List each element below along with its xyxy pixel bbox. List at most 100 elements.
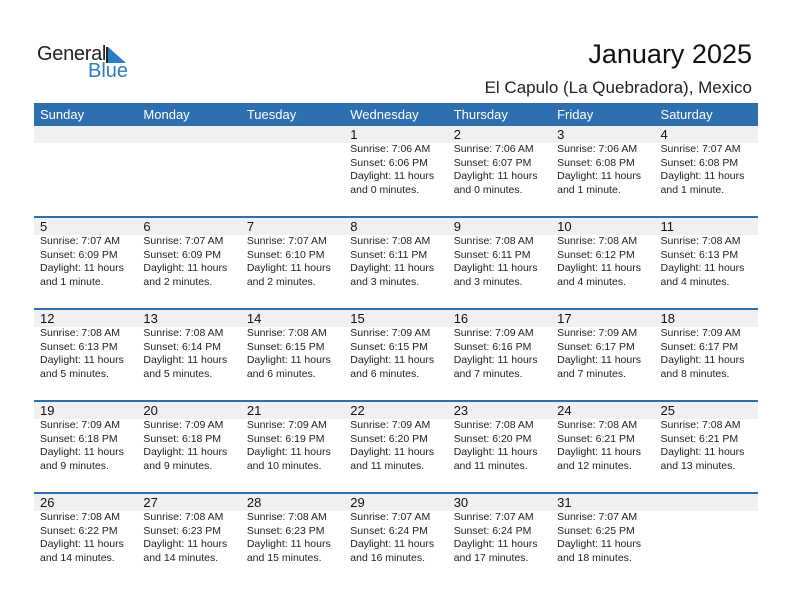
daylight-duration: Daylight: 11 hours xyxy=(660,354,745,366)
day-number: 9 xyxy=(453,219,461,234)
daylight-duration: Daylight: 11 hours xyxy=(246,446,331,458)
sunrise-time: Sunrise: 7:08 AM xyxy=(246,327,327,339)
sunrise-time: Sunrise: 7:09 AM xyxy=(453,327,534,339)
sunset-time: Sunset: 6:06 PM xyxy=(350,156,428,169)
day-number: 4 xyxy=(660,127,668,142)
daylight-duration: and 16 minutes. xyxy=(350,551,425,564)
sunset-time: Sunset: 6:23 PM xyxy=(246,524,325,537)
day-number: 19 xyxy=(40,403,55,418)
sunrise-time: Sunrise: 7:08 AM xyxy=(557,235,638,247)
sunset-time: Sunset: 6:19 PM xyxy=(246,432,325,445)
page-title: January 2025 xyxy=(588,39,752,69)
day-cell: 10 Sunrise: 7:08 AM Sunset: 6:12 PM Dayligh… xyxy=(551,218,654,289)
day-number: 23 xyxy=(453,403,469,418)
daylight-duration: Daylight: 11 hours xyxy=(453,170,538,182)
sunrise-time: Sunrise: 7:07 AM xyxy=(660,143,741,155)
daylight-duration: and 10 minutes. xyxy=(246,459,322,472)
day-cell: 22 Sunrise: 7:09 AM Sunset: 6:20 PM Dayligh… xyxy=(344,402,447,473)
sunset-time: Sunset: 6:09 PM xyxy=(143,248,222,261)
daylight-duration: Daylight: 11 hours xyxy=(660,446,745,458)
sunrise-time: Sunrise: 7:08 AM xyxy=(350,235,431,247)
week-row: 5 Sunrise: 7:07 AM Sunset: 6:09 PM Daylight… xyxy=(34,216,758,308)
sunrise-time: Sunrise: 7:09 AM xyxy=(246,419,327,431)
daylight-duration: and 3 minutes. xyxy=(350,275,420,288)
daylight-duration: and 13 minutes. xyxy=(660,459,736,472)
day-cell: 4 Sunrise: 7:07 AM Sunset: 6:08 PM Daylight… xyxy=(655,126,758,197)
empty-day-cell xyxy=(34,126,137,197)
day-cell: 23 Sunrise: 7:08 AM Sunset: 6:20 PM Dayligh… xyxy=(448,402,551,473)
sunrise-time: Sunrise: 7:07 AM xyxy=(350,511,431,523)
day-cell: 21 Sunrise: 7:09 AM Sunset: 6:19 PM Dayligh… xyxy=(241,402,344,473)
daylight-duration: and 6 minutes. xyxy=(350,367,420,380)
sunset-time: Sunset: 6:18 PM xyxy=(143,432,222,445)
sunrise-time: Sunrise: 7:08 AM xyxy=(40,327,120,339)
day-cell: 31 Sunrise: 7:07 AM Sunset: 6:25 PM Dayligh… xyxy=(551,494,654,565)
location-subtitle: El Capulo (La Quebradora), Mexico xyxy=(484,78,752,97)
day-number: 5 xyxy=(40,219,48,234)
day-cell: 8 Sunrise: 7:08 AM Sunset: 6:11 PM Daylight… xyxy=(344,218,447,289)
logo-word-blue: Blue xyxy=(88,60,129,82)
daylight-duration: Daylight: 11 hours xyxy=(143,354,228,366)
sunset-time: Sunset: 6:24 PM xyxy=(350,524,428,537)
day-number: 6 xyxy=(143,219,151,234)
day-cell: 2 Sunrise: 7:06 AM Sunset: 6:07 PM Daylight… xyxy=(448,126,551,197)
day-number: 17 xyxy=(557,311,572,326)
weekday-header-sunday: Sunday xyxy=(40,107,85,122)
day-number: 26 xyxy=(40,495,55,510)
daylight-duration: Daylight: 11 hours xyxy=(453,354,538,366)
daylight-duration: and 14 minutes. xyxy=(143,551,219,564)
daylight-duration: Daylight: 11 hours xyxy=(350,170,435,182)
sunset-time: Sunset: 6:18 PM xyxy=(40,432,118,445)
day-number: 18 xyxy=(660,311,675,326)
weeks-container: 1 Sunrise: 7:06 AM Sunset: 6:06 PM Daylight… xyxy=(34,126,758,584)
day-number: 15 xyxy=(350,311,365,326)
daylight-duration: and 2 minutes. xyxy=(246,275,316,288)
sunset-time: Sunset: 6:08 PM xyxy=(660,156,739,169)
daylight-duration: and 6 minutes. xyxy=(246,367,316,380)
daylight-duration: Daylight: 11 hours xyxy=(557,170,641,182)
daylight-duration: and 7 minutes. xyxy=(453,367,523,380)
daylight-duration: Daylight: 11 hours xyxy=(350,538,435,550)
sunrise-time: Sunrise: 7:08 AM xyxy=(143,511,224,523)
triangle-flag-icon xyxy=(106,47,126,63)
sunset-time: Sunset: 6:12 PM xyxy=(557,248,635,261)
week-row: 1 Sunrise: 7:06 AM Sunset: 6:06 PM Daylight… xyxy=(34,126,758,216)
day-cell: 27 Sunrise: 7:08 AM Sunset: 6:23 PM Dayligh… xyxy=(137,494,240,565)
day-number: 24 xyxy=(557,403,572,418)
daylight-duration: Daylight: 11 hours xyxy=(350,446,435,458)
daylight-duration: Daylight: 11 hours xyxy=(40,446,124,458)
sunset-time: Sunset: 6:20 PM xyxy=(350,432,428,445)
day-cell: 25 Sunrise: 7:08 AM Sunset: 6:21 PM Dayligh… xyxy=(655,402,758,473)
sunrise-time: Sunrise: 7:08 AM xyxy=(660,235,741,247)
day-number: 16 xyxy=(453,311,469,326)
daylight-duration: Daylight: 11 hours xyxy=(453,262,538,274)
daylight-duration: and 0 minutes. xyxy=(453,183,523,196)
sunset-time: Sunset: 6:16 PM xyxy=(453,340,532,353)
daylight-duration: and 9 minutes. xyxy=(40,459,109,472)
day-number: 25 xyxy=(660,403,675,418)
daylight-duration: and 18 minutes. xyxy=(557,551,632,564)
sunset-time: Sunset: 6:11 PM xyxy=(453,248,531,261)
day-cell: 5 Sunrise: 7:07 AM Sunset: 6:09 PM Daylight… xyxy=(34,218,137,289)
daylight-duration: and 2 minutes. xyxy=(143,275,213,288)
daylight-duration: Daylight: 11 hours xyxy=(246,262,331,274)
daylight-duration: and 17 minutes. xyxy=(453,551,529,564)
day-cell: 28 Sunrise: 7:08 AM Sunset: 6:23 PM Dayligh… xyxy=(241,494,344,565)
day-cell: 13 Sunrise: 7:08 AM Sunset: 6:14 PM Dayligh… xyxy=(137,310,240,381)
daylight-duration: Daylight: 11 hours xyxy=(40,538,124,550)
daylight-duration: Daylight: 11 hours xyxy=(660,170,745,182)
daylight-duration: and 5 minutes. xyxy=(143,367,213,380)
weekday-header-thursday: Thursday xyxy=(453,107,508,122)
sunrise-time: Sunrise: 7:06 AM xyxy=(557,143,638,155)
sunrise-time: Sunrise: 7:09 AM xyxy=(660,327,741,339)
daylight-duration: and 15 minutes. xyxy=(246,551,322,564)
day-number: 11 xyxy=(660,219,675,234)
daylight-duration: Daylight: 11 hours xyxy=(557,538,641,550)
sunrise-time: Sunrise: 7:08 AM xyxy=(453,419,534,431)
daylight-duration: and 1 minute. xyxy=(40,275,104,288)
day-number: 31 xyxy=(557,495,572,510)
daylight-duration: Daylight: 11 hours xyxy=(557,354,641,366)
sunset-time: Sunset: 6:11 PM xyxy=(350,248,428,261)
day-cell: 30 Sunrise: 7:07 AM Sunset: 6:24 PM Dayligh… xyxy=(448,494,551,565)
day-number: 7 xyxy=(246,219,255,234)
